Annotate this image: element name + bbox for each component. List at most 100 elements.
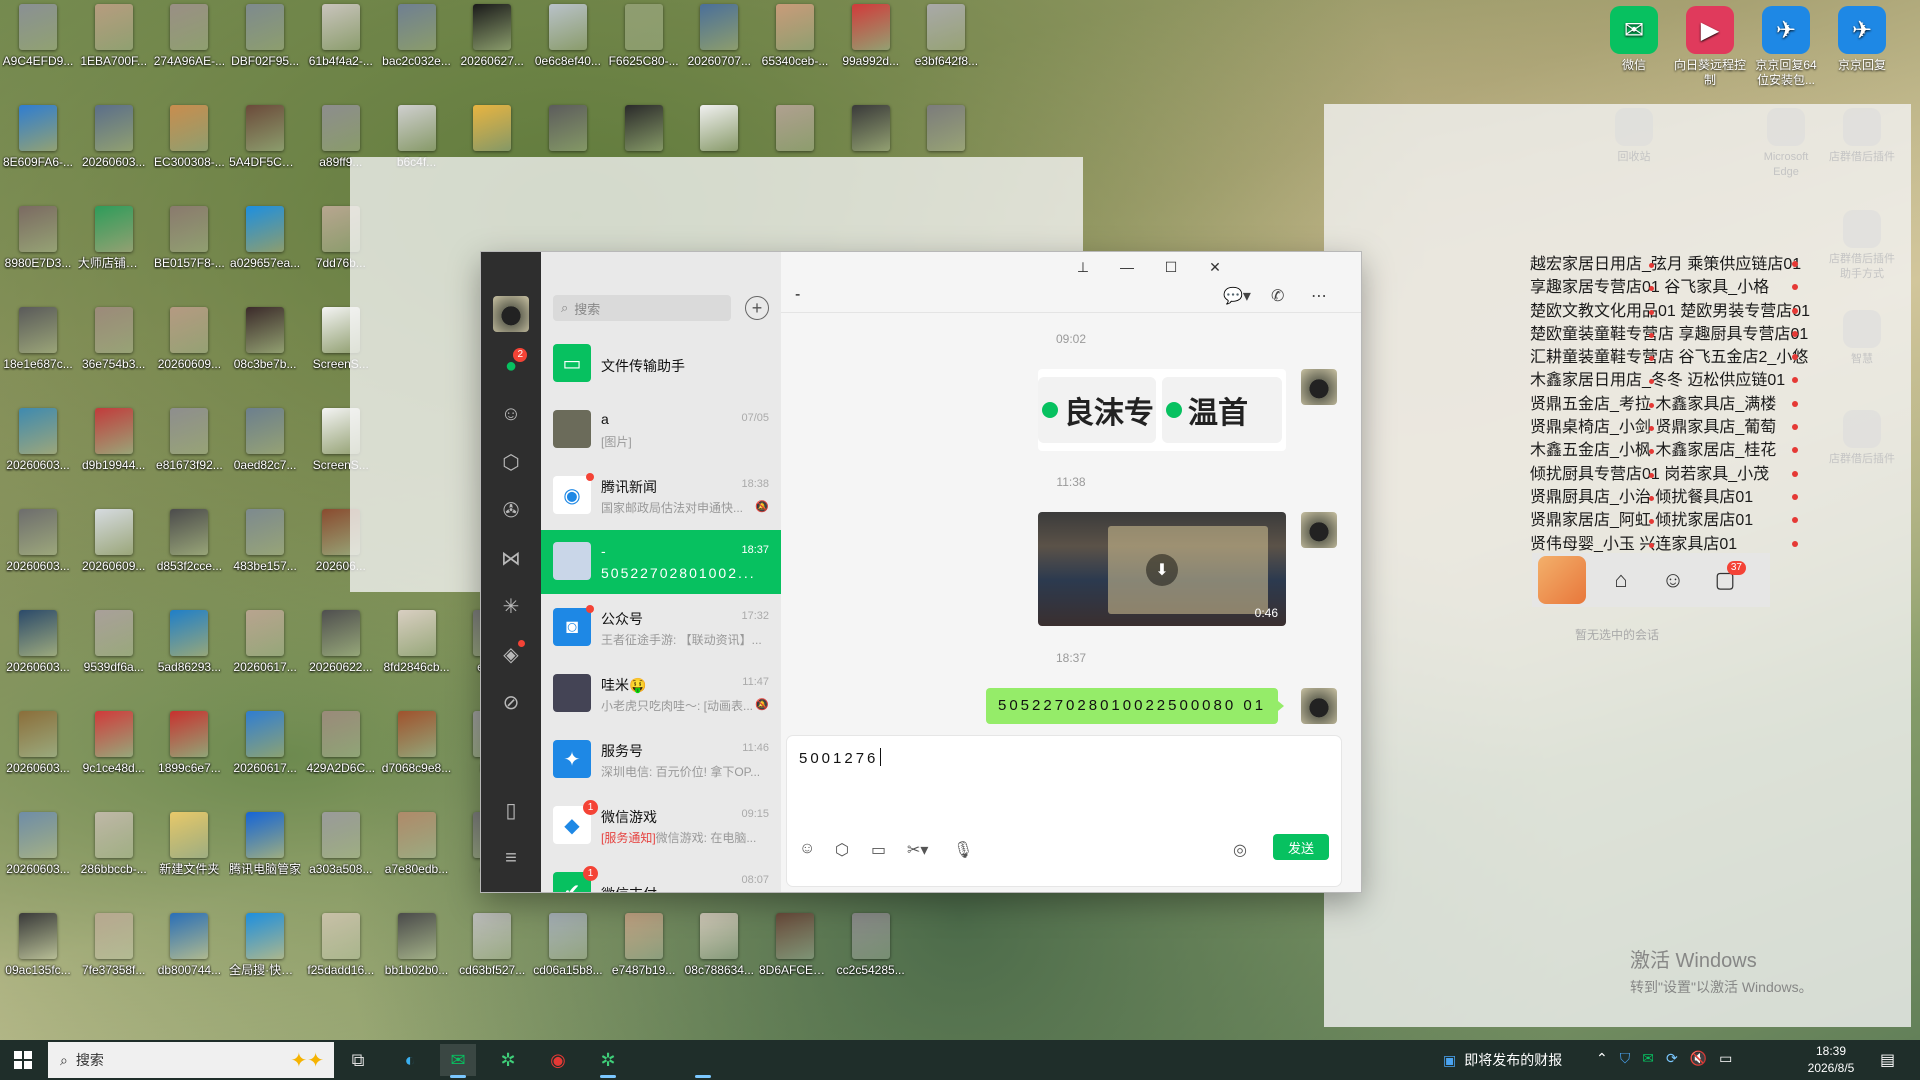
close-button[interactable]: ✕ xyxy=(1193,252,1237,282)
desktop-icon[interactable]: 274A96AE-... xyxy=(153,2,225,98)
desktop-icon[interactable]: 20260603... xyxy=(78,103,150,199)
conversation-item[interactable]: - 50522702801002... 18:37 xyxy=(541,530,781,594)
desktop-icon[interactable]: 20260707... xyxy=(683,2,755,98)
my-avatar[interactable] xyxy=(493,296,529,332)
desktop-icon[interactable]: e3bf642f8... xyxy=(910,2,982,98)
desktop-icon[interactable]: a303a508... xyxy=(305,810,377,906)
desktop-icon[interactable]: 大师店铺管理系统 xyxy=(78,204,150,300)
contacts-icon[interactable]: ☺ xyxy=(497,400,525,428)
sunflower-icon[interactable]: ◉ xyxy=(540,1044,576,1076)
desktop-icon[interactable]: 36e754b3... xyxy=(78,305,150,401)
speaker-muted-icon[interactable]: 🔇 xyxy=(1690,1050,1707,1067)
favorites-icon[interactable]: ⬡ xyxy=(497,448,525,476)
desktop-icon[interactable]: 08c788634... xyxy=(683,911,755,1007)
taskbar-search[interactable]: ⌕ 搜索 ✦✦ xyxy=(48,1042,334,1078)
add-button[interactable]: + xyxy=(745,296,769,320)
desktop-icon[interactable]: F6625C80-... xyxy=(608,2,680,98)
desktop-shortcut[interactable]: ✈ 京京回复 xyxy=(1826,6,1898,73)
desktop-icon[interactable]: 1EBA700F... xyxy=(78,2,150,98)
desktop-icon[interactable]: 20260627... xyxy=(456,2,528,98)
desktop-icon[interactable]: cd06a15b8... xyxy=(532,911,604,1007)
desktop-icon[interactable]: 7fe37358f... xyxy=(78,911,150,1007)
desktop-icon[interactable]: 新建文件夹 xyxy=(153,810,225,906)
desktop-icon[interactable]: EC300308-... xyxy=(153,103,225,199)
desktop-icon[interactable]: 9c1ce48d... xyxy=(78,709,150,805)
chats-icon[interactable]: ● 2 xyxy=(497,348,527,380)
send-button[interactable]: 发送 xyxy=(1273,834,1329,860)
screenshot-icon[interactable]: ✂▾ xyxy=(907,840,928,860)
desktop-shortcut[interactable]: ✈ 京京回复64位安装包... xyxy=(1750,6,1822,88)
desktop-icon[interactable]: 20260609... xyxy=(78,507,150,603)
start-button[interactable] xyxy=(0,1040,46,1080)
conversation-item[interactable]: 哇米🤑 小老虎只吃肉哇～: [动画表... 11:47 🔕 xyxy=(541,662,781,726)
desktop-icon[interactable]: 99a992d... xyxy=(835,2,907,98)
desktop-icon[interactable]: 8D6AFCEC... xyxy=(759,911,831,1007)
menu-icon[interactable]: ≡ xyxy=(497,844,525,872)
desktop-icon[interactable]: 8E609FA6-... xyxy=(2,103,74,199)
desktop-icon[interactable]: 20260603... xyxy=(2,507,74,603)
moments-icon[interactable]: ✇ xyxy=(497,496,525,524)
desktop-icon[interactable]: e7487b19... xyxy=(608,911,680,1007)
conversation-item[interactable]: ◙ 公众号 王者征途手游: 【联动资讯】... 17:32 xyxy=(541,596,781,660)
desktop-icon[interactable]: 0e6c8ef40... xyxy=(532,2,604,98)
conversation-item[interactable]: ✦ 服务号 深圳电信: 百元价位! 拿下OP... 11:46 xyxy=(541,728,781,792)
favorites-icon[interactable]: ⬡ xyxy=(835,840,849,860)
channels-icon[interactable]: ⋈ xyxy=(497,544,525,572)
desktop-shortcut[interactable]: ▶ 向日葵远程控制 xyxy=(1674,6,1746,88)
desktop-icon[interactable]: 61b4f4a2-... xyxy=(305,2,377,98)
desktop-icon[interactable]: d9b19944... xyxy=(78,406,150,502)
chat-bubble-icon[interactable]: 💬▾ xyxy=(1223,286,1251,306)
store-manager-icon[interactable]: ✲ xyxy=(490,1044,526,1076)
folder-icon[interactable]: ▭ xyxy=(871,840,886,860)
more-icon[interactable]: ⋯ xyxy=(1311,286,1327,306)
desktop-icon[interactable]: 20260617... xyxy=(229,709,301,805)
desktop-icon[interactable]: 286bbccb-... xyxy=(78,810,150,906)
desktop-icon[interactable]: 1899c6e7... xyxy=(153,709,225,805)
desktop-icon[interactable]: 8980E7D3... xyxy=(2,204,74,300)
network-icon[interactable]: ▭ xyxy=(1719,1050,1732,1067)
desktop-icon[interactable]: 20260603... xyxy=(2,608,74,704)
desktop-shortcut[interactable]: ✉ 微信 xyxy=(1598,6,1670,73)
self-avatar[interactable] xyxy=(1301,369,1337,405)
mini-programs-icon[interactable]: ◈ xyxy=(497,640,525,668)
maximize-button[interactable]: ☐ xyxy=(1149,252,1193,282)
message-input[interactable]: 5001276 ☺ ⬡ ▭ ✂▾ 🎙 ◎ 发送 xyxy=(787,736,1341,886)
desktop-icon[interactable]: a029657ea... xyxy=(229,204,301,300)
desktop-icon[interactable]: cd63bf527... xyxy=(456,911,528,1007)
desktop-icon[interactable]: f25dadd16... xyxy=(305,911,377,1007)
desktop-icon[interactable]: 9539df6a... xyxy=(78,608,150,704)
chevron-up-icon[interactable]: ⌃ xyxy=(1596,1050,1608,1067)
desktop-icon[interactable]: cc2c54285... xyxy=(835,911,907,1007)
search-box[interactable]: ⌕ 搜索 xyxy=(553,295,731,321)
desktop-icon[interactable]: d853f2cce... xyxy=(153,507,225,603)
shield-icon[interactable]: ⛉ xyxy=(1620,1050,1631,1067)
video-message[interactable]: ⬇ 0:46 xyxy=(1038,512,1286,626)
desktop-icon[interactable]: 5A4DF5CF-... xyxy=(229,103,301,199)
clock[interactable]: 18:39 2026/8/5 xyxy=(1776,1043,1886,1077)
task-view-icon[interactable]: ⧉ xyxy=(340,1044,376,1076)
desktop-icon[interactable]: 20260603... xyxy=(2,406,74,502)
desktop-icon[interactable]: db800744... xyxy=(153,911,225,1007)
desktop-icon[interactable]: d7068c9e8... xyxy=(381,709,453,805)
home-icon[interactable]: ⌂ xyxy=(1604,563,1638,597)
desktop-icon[interactable]: 20260617... xyxy=(229,608,301,704)
emoji-icon[interactable]: ☺ xyxy=(799,840,815,858)
desktop-icon[interactable]: 09ac135fc... xyxy=(2,911,74,1007)
desktop-icon[interactable]: DBF02F95... xyxy=(229,2,301,98)
pin-icon[interactable]: ⊥ xyxy=(1061,252,1105,282)
store-avatar[interactable] xyxy=(1538,556,1586,604)
desktop-icon[interactable]: a7e80edb... xyxy=(381,810,453,906)
desktop-icon[interactable]: BE0157F8-... xyxy=(153,204,225,300)
desktop-icon[interactable]: 08c3be7b... xyxy=(229,305,301,401)
minimize-button[interactable]: — xyxy=(1105,252,1149,282)
conversation-item[interactable]: ▭ 文件传输助手 xyxy=(541,332,781,396)
news-widget[interactable]: ▣ 即将发布的财报 xyxy=(1443,1050,1562,1070)
conversation-item[interactable]: a [图片] 07/05 xyxy=(541,398,781,462)
desktop-icon[interactable]: 腾讯电脑管家 xyxy=(229,810,301,906)
voice-call-icon[interactable]: ◎ xyxy=(1233,840,1247,860)
desktop-icon[interactable]: 18e1e687c... xyxy=(2,305,74,401)
wechat-taskbar-icon[interactable]: ✉ xyxy=(440,1044,476,1078)
call-icon[interactable]: ✆ xyxy=(1271,286,1284,306)
chat-bubble-icon[interactable]: ☺ xyxy=(1656,563,1690,597)
phone-icon[interactable]: ▯ xyxy=(497,796,525,824)
